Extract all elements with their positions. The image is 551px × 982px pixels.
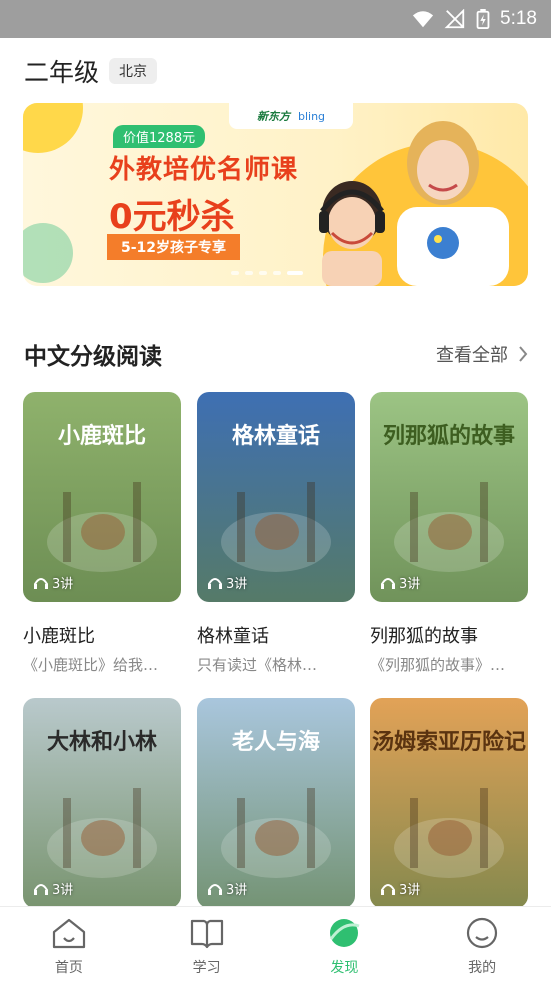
book-card[interactable]: 老人与海 3讲 — [197, 698, 355, 908]
book-card[interactable]: 小鹿斑比 3讲 小鹿斑比 《小鹿斑比》给我… — [23, 392, 181, 675]
cover-title: 格林童话 — [231, 424, 320, 449]
chevron-right-icon — [519, 346, 528, 362]
cover-title: 老人与海 — [231, 730, 320, 755]
section-title: 中文分级阅读 — [24, 344, 162, 370]
tab-planet[interactable]: 发现 — [294, 907, 394, 977]
planet-icon — [326, 917, 362, 953]
cover-illustration — [221, 482, 331, 572]
grade-selector[interactable]: 二年级 — [24, 53, 99, 89]
price-tag: 价值1288元 — [113, 125, 206, 148]
cover-title: 汤姆索亚历险记 — [371, 730, 526, 755]
tab-label: 发现 — [330, 960, 359, 976]
cover-title: 小鹿斑比 — [57, 424, 146, 449]
book-title[interactable]: 小鹿斑比 — [23, 622, 181, 648]
book-description: 只有读过《格林… — [197, 656, 318, 674]
book-card[interactable]: 列那狐的故事 3讲 列那狐的故事 《列那狐的故事》… — [370, 392, 528, 675]
lesson-count: 3讲 — [33, 879, 73, 898]
tab-label: 学习 — [192, 960, 221, 976]
see-all-link[interactable]: 查看全部 — [436, 341, 528, 367]
book-cover[interactable]: 格林童话 3讲 — [197, 392, 355, 602]
banner-subtitle: 0元秒杀 — [109, 197, 235, 237]
tab-home[interactable]: 首页 — [19, 907, 119, 977]
promo-banner[interactable]: 新东方 bling 价值1288元 外教培优名师课 0元秒杀 5-12岁孩子专享 — [23, 103, 528, 286]
banner-title: 外教培优名师课 — [109, 155, 299, 185]
cover-illustration — [47, 482, 157, 572]
carousel-dot[interactable] — [245, 271, 253, 275]
headphones-icon — [34, 577, 48, 589]
tab-book[interactable]: 学习 — [157, 907, 257, 977]
book-description: 《列那狐的故事》… — [370, 656, 506, 674]
book-icon — [189, 917, 225, 953]
headphones-icon — [208, 577, 222, 589]
carousel-dot[interactable] — [273, 271, 281, 275]
book-cover[interactable]: 大林和小林 3讲 — [23, 698, 181, 908]
book-cover[interactable]: 老人与海 3讲 — [197, 698, 355, 908]
section-header: 中文分级阅读 查看全部 — [24, 336, 528, 372]
wifi-icon — [412, 11, 434, 28]
bottom-tab-bar: 首页 学习 发现 我的 — [0, 906, 551, 982]
city-badge[interactable]: 北京 — [109, 58, 158, 84]
tab-profile[interactable]: 我的 — [432, 907, 532, 977]
cover-illustration — [221, 788, 331, 878]
carousel-dot[interactable] — [259, 271, 267, 275]
tab-label: 首页 — [54, 960, 83, 976]
book-card[interactable]: 汤姆索亚历险记 3讲 — [370, 698, 528, 908]
book-card[interactable]: 大林和小林 3讲 — [23, 698, 181, 908]
teacher-illustration — [397, 121, 509, 286]
cover-title: 列那狐的故事 — [382, 424, 515, 449]
book-cover[interactable]: 小鹿斑比 3讲 — [23, 392, 181, 602]
home-icon — [51, 917, 87, 953]
tab-label: 我的 — [468, 960, 497, 976]
book-card[interactable]: 格林童话 3讲 格林童话 只有读过《格林… — [197, 392, 355, 675]
cover-title: 大林和小林 — [46, 730, 157, 755]
see-all-label: 查看全部 — [436, 345, 508, 366]
decor-shape — [23, 103, 83, 153]
clock: 5:18 — [500, 8, 537, 29]
headphones-icon — [381, 883, 395, 895]
lesson-count: 3讲 — [207, 573, 247, 592]
headphones-icon — [34, 883, 48, 895]
cover-illustration — [394, 788, 504, 878]
banner-ribbon: 5-12岁孩子专享 — [107, 234, 241, 260]
carousel-dot[interactable] — [231, 271, 239, 275]
cover-illustration — [47, 788, 157, 878]
book-title[interactable]: 列那狐的故事 — [370, 622, 528, 648]
book-title[interactable]: 格林童话 — [197, 622, 355, 648]
headphones-icon — [208, 883, 222, 895]
no-signal-icon — [444, 9, 465, 29]
lesson-count: 3讲 — [380, 879, 420, 898]
status-bar: 5:18 — [0, 0, 551, 38]
profile-icon — [464, 917, 500, 953]
book-cover[interactable]: 列那狐的故事 3讲 — [370, 392, 528, 602]
header: 二年级 北京 — [24, 53, 158, 89]
decor-shape — [23, 223, 73, 283]
headphones-icon — [381, 577, 395, 589]
book-description: 《小鹿斑比》给我… — [23, 656, 159, 674]
lesson-count: 3讲 — [380, 573, 420, 592]
lesson-count: 3讲 — [33, 573, 73, 592]
carousel-indicator[interactable] — [231, 271, 303, 275]
cover-illustration — [394, 482, 504, 572]
lesson-count: 3讲 — [207, 879, 247, 898]
brand-logo: 新东方 bling — [229, 103, 353, 129]
book-cover[interactable]: 汤姆索亚历险记 3讲 — [370, 698, 528, 908]
battery-charging-icon — [476, 9, 490, 29]
carousel-dot[interactable] — [287, 271, 303, 275]
